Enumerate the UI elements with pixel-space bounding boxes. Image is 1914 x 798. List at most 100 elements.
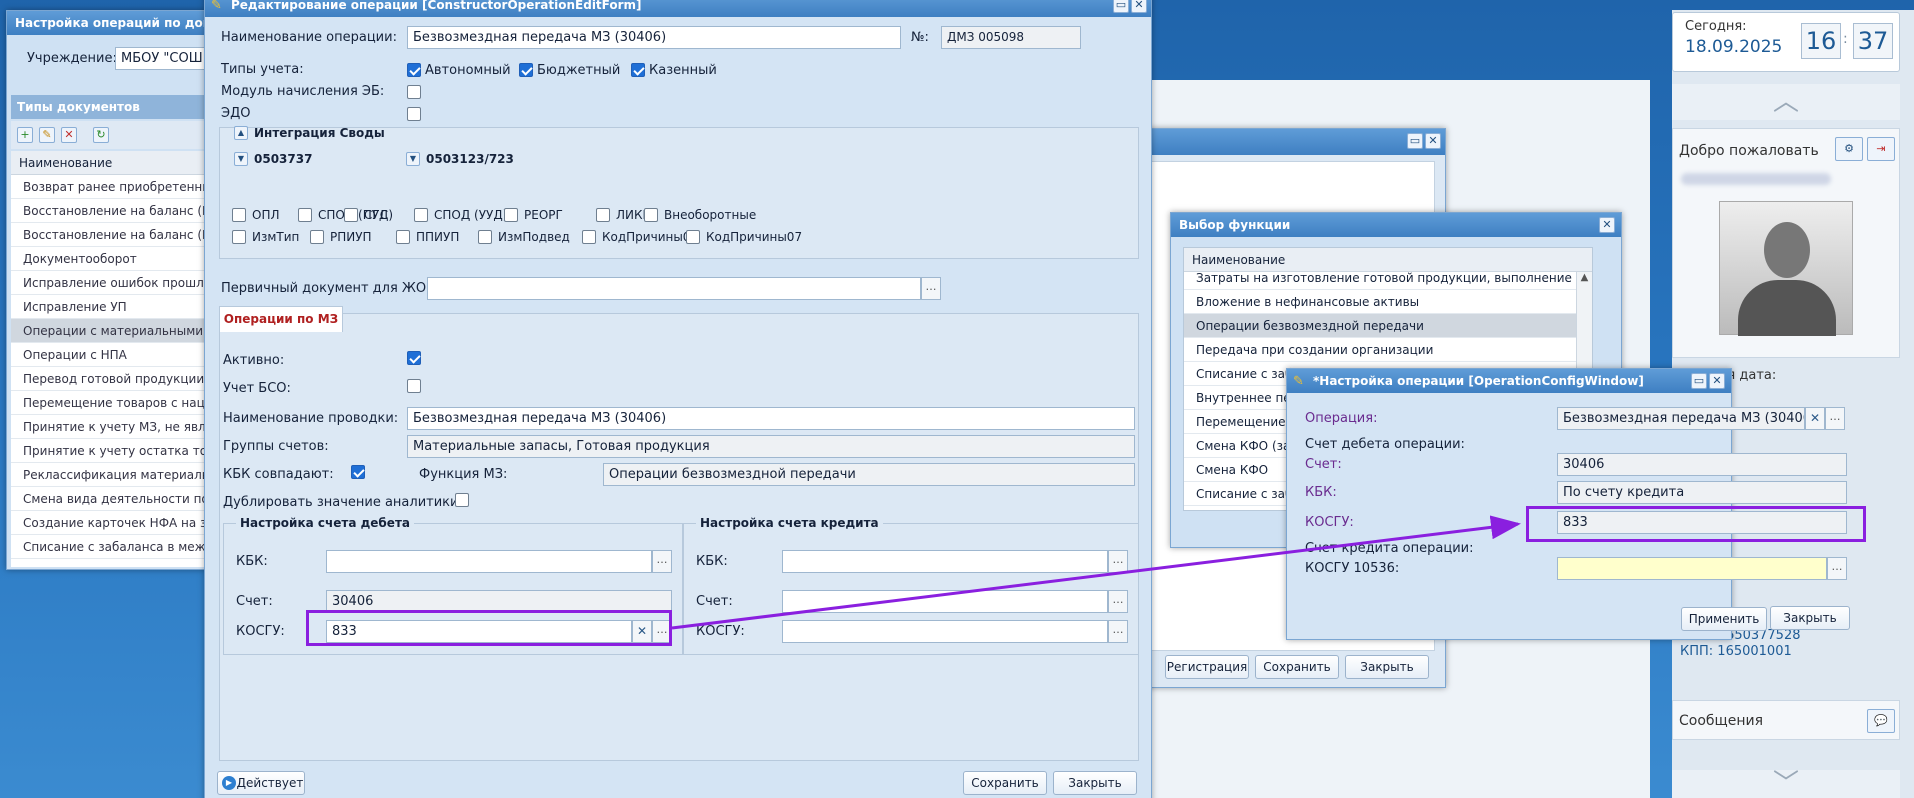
- credit-kosgu-field[interactable]: [782, 620, 1108, 643]
- expand-icon[interactable]: ▼: [234, 152, 248, 166]
- maximize-icon[interactable]: ▭: [1113, 0, 1129, 13]
- edo-checkbox[interactable]: [407, 107, 421, 121]
- register-button[interactable]: Регистрация: [1165, 655, 1249, 679]
- scroll-down-icon[interactable]: ﹀: [1672, 770, 1900, 798]
- operation-picker[interactable]: …: [1825, 407, 1845, 430]
- kosgu-10536-field[interactable]: [1557, 557, 1827, 580]
- flag-checkbox-item[interactable]: ППИУП: [396, 230, 459, 244]
- flag-checkbox-item[interactable]: КодПричины07: [686, 230, 802, 244]
- doc-type-row[interactable]: Принятие к учету остатка тов: [11, 439, 207, 463]
- debit-kbk-field[interactable]: [326, 550, 652, 573]
- function-row[interactable]: Вложение в нефинансовые активы: [1184, 290, 1576, 314]
- flag-checkbox-item[interactable]: РПИУП: [310, 230, 372, 244]
- autonomous-checkbox[interactable]: [407, 63, 421, 77]
- institution-field[interactable]: МБОУ "СОШ: [115, 47, 207, 70]
- close-icon[interactable]: ✕: [1425, 133, 1441, 149]
- flag-checkbox-item[interactable]: СПОД (УУД): [414, 208, 507, 222]
- doc-type-row[interactable]: Восстановление на баланс (В: [11, 223, 207, 247]
- flag-checkbox[interactable]: [504, 208, 518, 222]
- kosgu-10536-picker[interactable]: …: [1827, 557, 1847, 580]
- clear-icon[interactable]: ✕: [1805, 407, 1825, 430]
- flag-checkbox[interactable]: [396, 230, 410, 244]
- doc-type-row[interactable]: Восстановление на баланс (В: [11, 199, 207, 223]
- flag-checkbox-item[interactable]: ОПЛ: [232, 208, 280, 222]
- tab-mz-operations[interactable]: Операции по МЗ: [219, 306, 343, 332]
- delete-icon[interactable]: ✕: [61, 127, 77, 143]
- save-button[interactable]: Сохранить: [963, 771, 1047, 795]
- column-header[interactable]: Наименование: [1184, 248, 1592, 272]
- refresh-icon[interactable]: ↻: [93, 127, 109, 143]
- doc-type-row[interactable]: Возврат ранее приобретенны: [11, 175, 207, 199]
- doc-type-row[interactable]: Создание карточек НФА на за: [11, 511, 207, 535]
- flag-checkbox[interactable]: [344, 208, 358, 222]
- logout-icon[interactable]: ⇥: [1867, 137, 1895, 161]
- debit-kbk-picker[interactable]: …: [652, 550, 672, 573]
- flag-checkbox-item[interactable]: ЛИКВ: [596, 208, 651, 222]
- flag-checkbox[interactable]: [478, 230, 492, 244]
- settings-icon[interactable]: ⚙: [1835, 137, 1863, 161]
- credit-kosgu-picker[interactable]: …: [1108, 620, 1128, 643]
- credit-account-field[interactable]: [782, 590, 1108, 613]
- budget-checkbox[interactable]: [519, 63, 533, 77]
- maximize-icon[interactable]: ▭: [1691, 373, 1707, 389]
- credit-kbk-picker[interactable]: …: [1108, 550, 1128, 573]
- flag-checkbox[interactable]: [232, 230, 246, 244]
- posting-name-field[interactable]: Безвозмездная передача МЗ (30406): [407, 407, 1135, 430]
- doc-type-row[interactable]: Реклассификация материаль: [11, 463, 207, 487]
- edit-icon[interactable]: ✎: [39, 127, 55, 143]
- doc-type-row[interactable]: Перевод готовой продукции в: [11, 367, 207, 391]
- flag-checkbox[interactable]: [596, 208, 610, 222]
- flag-checkbox[interactable]: [582, 230, 596, 244]
- doc-type-row[interactable]: Документооборот: [11, 247, 207, 271]
- credit-kbk-field[interactable]: [782, 550, 1108, 573]
- doc-type-row[interactable]: Принятие к учету МЗ, не явль: [11, 415, 207, 439]
- chat-icon[interactable]: 💬: [1867, 709, 1895, 733]
- status-button[interactable]: ▶ Действует: [217, 771, 305, 795]
- primary-doc-picker[interactable]: …: [921, 277, 941, 300]
- expand-icon[interactable]: ▼: [406, 152, 420, 166]
- flag-checkbox-item[interactable]: КодПричины06: [582, 230, 698, 244]
- flag-checkbox-item[interactable]: СГС: [344, 208, 388, 222]
- close-button[interactable]: Закрыть: [1345, 655, 1429, 679]
- messages-panel[interactable]: Сообщения 💬: [1672, 700, 1900, 740]
- doc-type-row[interactable]: Списание с забаланса в меж: [11, 535, 207, 559]
- doc-type-row[interactable]: Операции с НПА: [11, 343, 207, 367]
- flag-checkbox-item[interactable]: РЕОРГ: [504, 208, 563, 222]
- primary-doc-field[interactable]: [427, 277, 921, 300]
- doc-type-row[interactable]: Исправление ошибок прошль: [11, 271, 207, 295]
- doc-type-row[interactable]: Операции с материальными з: [11, 319, 207, 343]
- flag-checkbox[interactable]: [414, 208, 428, 222]
- function-row[interactable]: Затраты на изготовление готовой продукци…: [1184, 272, 1576, 290]
- function-row[interactable]: Передача при создании организации: [1184, 338, 1576, 362]
- active-checkbox[interactable]: [407, 351, 421, 365]
- bso-checkbox[interactable]: [407, 379, 421, 393]
- credit-account-picker[interactable]: …: [1108, 590, 1128, 613]
- close-icon[interactable]: ✕: [1709, 373, 1725, 389]
- flag-checkbox-item[interactable]: Внеоборотные: [644, 208, 756, 222]
- flag-checkbox[interactable]: [310, 230, 324, 244]
- apply-button[interactable]: Применить: [1681, 607, 1767, 631]
- save-button[interactable]: Сохранить: [1255, 655, 1339, 679]
- add-icon[interactable]: +: [17, 127, 33, 143]
- function-row[interactable]: Операции безвозмездной передачи: [1184, 314, 1576, 338]
- doc-type-row[interactable]: Исправление УП: [11, 295, 207, 319]
- flag-checkbox[interactable]: [686, 230, 700, 244]
- column-header[interactable]: Наименование: [11, 151, 207, 175]
- maximize-icon[interactable]: ▭: [1407, 133, 1423, 149]
- state-checkbox[interactable]: [631, 63, 645, 77]
- flag-checkbox-item[interactable]: ИзмТип: [232, 230, 299, 244]
- eb-module-checkbox[interactable]: [407, 85, 421, 99]
- close-icon[interactable]: ✕: [1131, 0, 1147, 13]
- operation-name-field[interactable]: Безвозмездная передача МЗ (30406): [407, 26, 901, 49]
- flag-checkbox[interactable]: [298, 208, 312, 222]
- close-button[interactable]: Закрыть: [1053, 771, 1137, 795]
- close-icon[interactable]: ✕: [1599, 217, 1615, 233]
- flag-checkbox-item[interactable]: ИзмПодвед: [478, 230, 570, 244]
- collapse-icon[interactable]: ▲: [234, 126, 248, 140]
- flag-checkbox[interactable]: [232, 208, 246, 222]
- kbk-match-checkbox[interactable]: [351, 465, 365, 479]
- scroll-up-icon[interactable]: ︿: [1672, 84, 1900, 120]
- dup-analytics-checkbox[interactable]: [455, 493, 469, 507]
- doc-type-row[interactable]: Смена вида деятельности по: [11, 487, 207, 511]
- flag-checkbox[interactable]: [644, 208, 658, 222]
